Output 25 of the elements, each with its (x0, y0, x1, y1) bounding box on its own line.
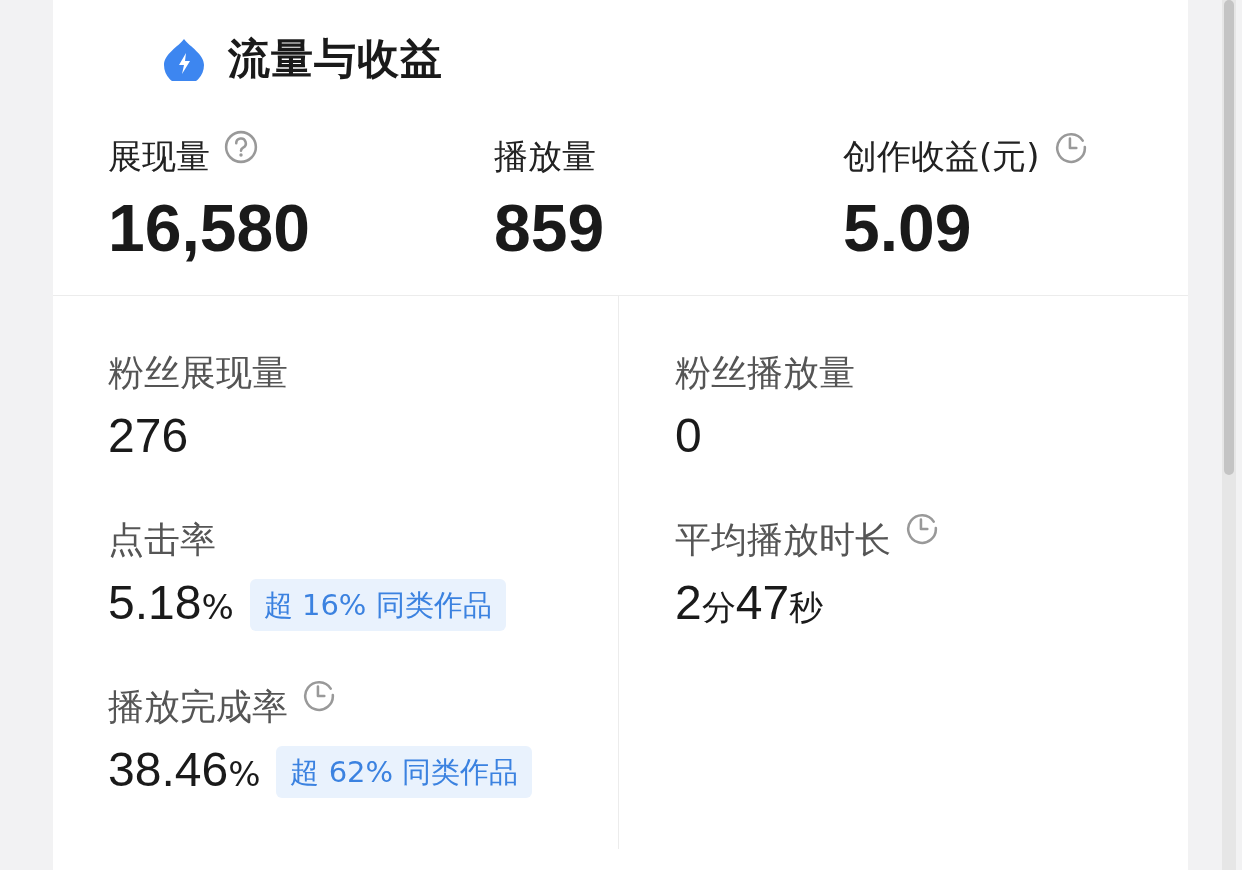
metric-value: 16,580 (108, 190, 311, 267)
metric-label: 创作收益(元) (843, 135, 1040, 178)
metric-label: 平均播放时长 (675, 518, 891, 562)
help-icon[interactable] (224, 130, 258, 164)
scrollbar-thumb[interactable] (1224, 0, 1234, 475)
lightning-drop-icon (162, 37, 206, 81)
metric-value: 276 (108, 408, 189, 464)
metric-value: 2分47秒 (675, 575, 824, 631)
clock-icon[interactable] (302, 678, 336, 712)
section-title: 流量与收益 (228, 33, 443, 85)
clock-icon[interactable] (905, 511, 939, 545)
metric-label: 粉丝展现量 (108, 351, 288, 395)
metric-value: 859 (494, 190, 606, 267)
rank-badge: 超 16% 同类作品 (249, 579, 506, 631)
metric-value: 0 (675, 408, 702, 464)
metric-value: 5.09 (843, 190, 973, 267)
metric-label: 点击率 (108, 518, 216, 562)
metric-label: 粉丝播放量 (675, 351, 855, 395)
metric-value: 5.18% (108, 575, 234, 631)
metric-label: 播放量 (494, 135, 596, 178)
metric-label: 播放完成率 (108, 685, 288, 729)
metric-label: 展现量 (108, 135, 210, 178)
rank-badge: 超 62% 同类作品 (276, 746, 533, 798)
metric-value: 38.46% (108, 742, 261, 798)
clock-icon[interactable] (1053, 130, 1088, 164)
